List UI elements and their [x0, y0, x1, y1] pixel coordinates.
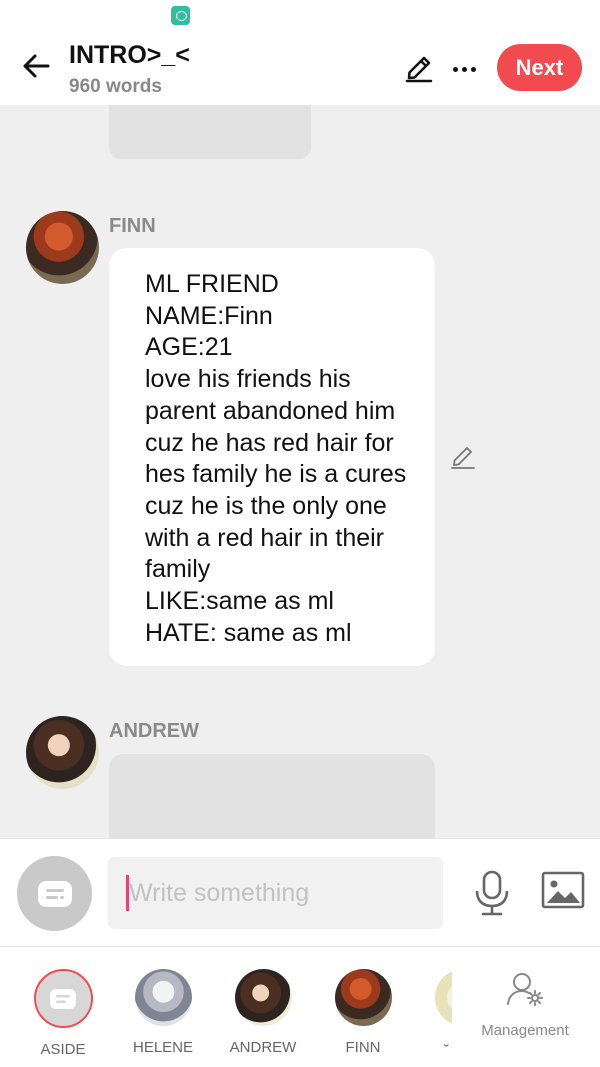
more-button[interactable]: [448, 52, 480, 84]
character-andrew[interactable]: ANDREW: [218, 969, 308, 1056]
status-bar: [0, 0, 600, 30]
aside-avatar: [33, 969, 93, 1028]
pencil-icon: [451, 447, 475, 469]
message-input-box[interactable]: [108, 857, 443, 929]
management-button[interactable]: Management: [472, 971, 578, 1039]
message-text: ML FRIEND NAME:Finn AGE:21 love his frie…: [145, 270, 407, 647]
message-input[interactable]: [129, 857, 429, 929]
management-label: Management: [481, 1022, 569, 1039]
back-button[interactable]: [18, 48, 54, 84]
message-bubble[interactable]: [109, 754, 435, 838]
user-settings-icon: [507, 973, 543, 1006]
page-title: INTRO>_<: [69, 41, 190, 69]
input-bar: [0, 838, 600, 947]
word-count: 960 words: [69, 76, 162, 97]
character-aside[interactable]: ASIDE: [18, 969, 108, 1058]
character-label: HELENE: [132, 1039, 194, 1056]
aside-toggle-button[interactable]: [17, 856, 92, 931]
speaker-name: FINN: [109, 215, 156, 237]
image-button[interactable]: [541, 870, 585, 910]
finn-avatar: [334, 969, 392, 1026]
character-partial-label: ˘: [444, 1042, 449, 1059]
character-label: ASIDE: [40, 1041, 86, 1058]
andrew-avatar: [234, 969, 292, 1026]
character-finn[interactable]: FINN: [318, 969, 408, 1056]
edit-button[interactable]: [403, 52, 435, 84]
microphone-icon: [475, 870, 509, 916]
more-icon: [451, 59, 478, 77]
voice-button[interactable]: [471, 869, 513, 917]
previous-message-bubble[interactable]: [109, 105, 311, 159]
next-button[interactable]: Next: [497, 44, 582, 91]
message-bubble[interactable]: ML FRIEND NAME:Finn AGE:21 love his frie…: [109, 248, 435, 666]
edit-message-button[interactable]: [449, 443, 477, 471]
helene-avatar: [134, 969, 192, 1026]
header: INTRO>_< 960 words Next: [0, 30, 600, 105]
character-helene[interactable]: HELENE: [118, 969, 208, 1056]
andrew-avatar: [26, 716, 99, 789]
aside-icon: [37, 880, 72, 907]
chat-content[interactable]: FINN ML FRIEND NAME:Finn AGE:21 love his…: [0, 105, 600, 838]
finn-avatar: [26, 211, 99, 284]
pencil-icon: [405, 56, 433, 83]
aside-icon: [50, 988, 76, 1009]
chat-app-icon: [171, 6, 190, 25]
image-icon: [541, 871, 585, 909]
speaker-name: ANDREW: [109, 720, 199, 742]
back-arrow-icon: [23, 54, 50, 78]
character-label: ANDREW: [229, 1039, 297, 1056]
character-label: FINN: [345, 1039, 381, 1056]
character-partial-avatar[interactable]: [435, 969, 452, 1026]
character-bar: ASIDE HELENE ANDREW FINN ˘ Management: [0, 947, 600, 1067]
